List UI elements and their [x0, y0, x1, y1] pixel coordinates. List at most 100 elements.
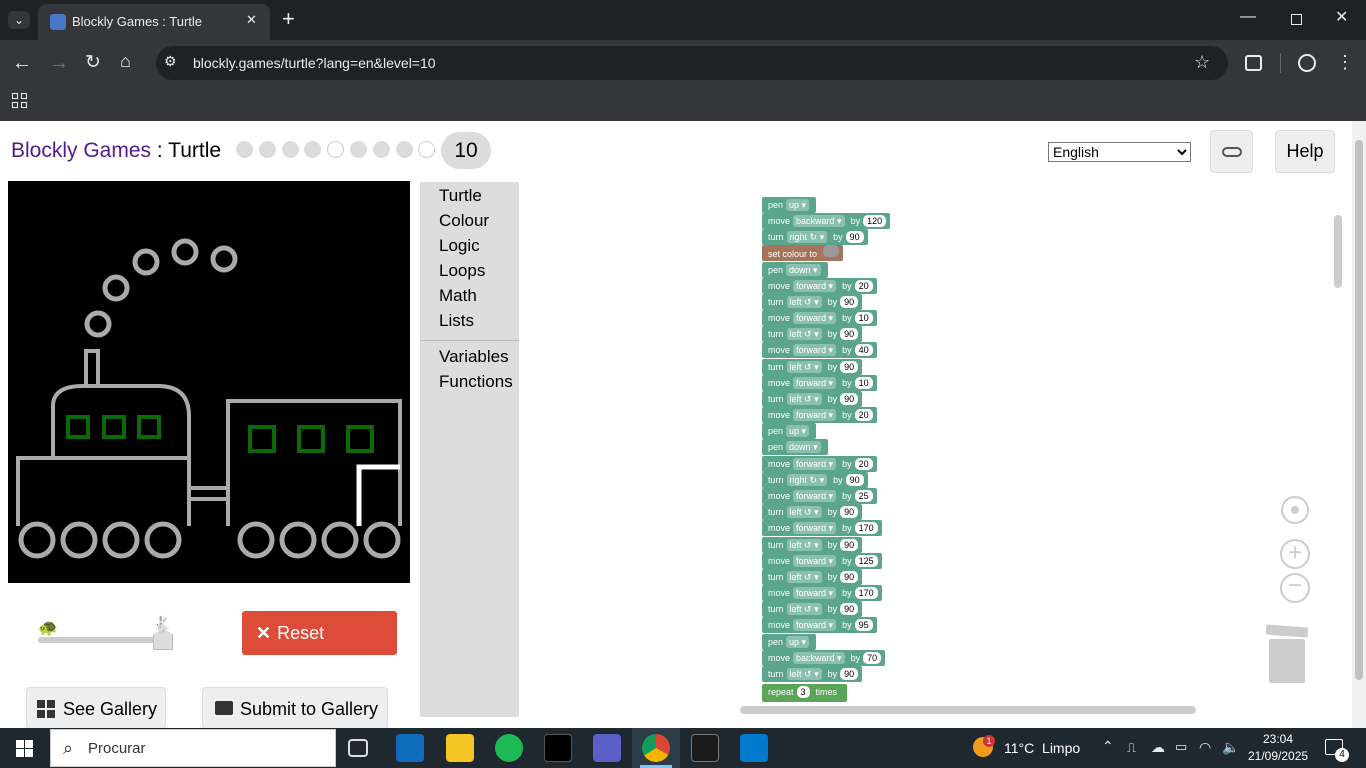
back-icon[interactable]: ← [12, 53, 32, 73]
toolbox-category[interactable]: Functions [439, 372, 513, 394]
tab-search-icon[interactable]: ⌄ [8, 11, 30, 29]
turn-dropdown[interactable]: right ↻ ▾ [786, 474, 828, 486]
move-dropdown[interactable]: forward ▾ [793, 312, 837, 324]
apps-grid-icon[interactable] [12, 93, 27, 108]
number-input[interactable]: 90 [840, 361, 859, 373]
number-input[interactable]: 10 [854, 377, 873, 389]
repeat-block[interactable]: repeat 3 times [762, 684, 848, 702]
turn-block[interactable]: turn left ↺ ▾ by 90 [762, 359, 863, 375]
trash-can-icon[interactable] [1269, 639, 1305, 683]
toolbox-category[interactable]: Turtle [439, 186, 482, 208]
home-icon[interactable]: ⌂ [120, 52, 131, 70]
restore-window-icon[interactable] [1291, 14, 1302, 25]
pen-dropdown[interactable]: down ▾ [786, 264, 821, 276]
chevron-up-icon[interactable]: ⌃ [1102, 739, 1114, 753]
number-input[interactable]: 90 [840, 506, 859, 518]
turn-block[interactable]: turn left ↺ ▾ by 90 [762, 391, 863, 407]
move-dropdown[interactable]: forward ▾ [793, 490, 837, 502]
close-tab-icon[interactable]: ✕ [246, 13, 257, 26]
move-dropdown[interactable]: forward ▾ [793, 409, 837, 421]
forward-icon[interactable]: → [49, 53, 69, 73]
zoom-out-icon[interactable]: − [1280, 573, 1310, 603]
turn-block[interactable]: turn left ↺ ▾ by 90 [762, 326, 863, 342]
toolbox-category[interactable]: Variables [439, 347, 509, 369]
taskbar-search[interactable]: ⌕ Procurar [50, 729, 336, 767]
turn-dropdown[interactable]: right ↻ ▾ [786, 231, 828, 243]
brand-link[interactable]: Blockly Games [11, 139, 151, 162]
close-window-icon[interactable]: ✕ [1335, 10, 1348, 26]
new-tab-button[interactable]: + [282, 8, 295, 30]
app-icon[interactable] [691, 734, 719, 762]
number-input[interactable]: 95 [854, 619, 873, 631]
number-input[interactable]: 20 [854, 409, 873, 421]
pen-dropdown[interactable]: down ▾ [786, 441, 821, 453]
toolbox-category[interactable]: Loops [439, 261, 485, 283]
turn-block[interactable]: turn right ↻ ▾ by 90 [762, 229, 868, 245]
outlook-icon[interactable] [396, 734, 424, 762]
move-dropdown[interactable]: backward ▾ [793, 215, 845, 227]
turn-dropdown[interactable]: left ↺ ▾ [786, 393, 822, 405]
number-input[interactable]: 90 [840, 571, 859, 583]
move-block[interactable]: move forward ▾ by 40 [762, 342, 877, 358]
url-text[interactable]: blockly.games/turtle?lang=en&level=10 [193, 55, 436, 71]
see-gallery-button[interactable]: See Gallery [26, 687, 166, 729]
menu-kebab-icon[interactable]: ⋮ [1336, 53, 1354, 71]
turn-block[interactable]: turn right ↻ ▾ by 90 [762, 472, 868, 488]
number-input[interactable]: 90 [840, 328, 859, 340]
pen-block[interactable]: pen down ▾ [762, 439, 828, 455]
turn-block[interactable]: turn left ↺ ▾ by 90 [762, 537, 863, 553]
move-block[interactable]: move forward ▾ by 25 [762, 488, 877, 504]
move-block[interactable]: move forward ▾ by 125 [762, 553, 882, 569]
number-input[interactable]: 3 [796, 686, 810, 698]
turn-dropdown[interactable]: left ↺ ▾ [786, 539, 822, 551]
move-block[interactable]: move backward ▾ by 70 [762, 650, 886, 666]
profile-icon[interactable] [1298, 54, 1316, 72]
move-dropdown[interactable]: forward ▾ [793, 280, 837, 292]
turn-dropdown[interactable]: left ↺ ▾ [786, 296, 822, 308]
reset-button[interactable]: ✕ Reset [242, 611, 397, 655]
pen-dropdown[interactable]: up ▾ [786, 425, 810, 437]
move-block[interactable]: move forward ▾ by 20 [762, 407, 877, 423]
number-input[interactable]: 70 [863, 652, 882, 664]
move-dropdown[interactable]: forward ▾ [793, 555, 837, 567]
number-input[interactable]: 90 [840, 393, 859, 405]
number-input[interactable]: 90 [845, 474, 864, 486]
language-select[interactable]: English [1048, 142, 1191, 162]
extensions-icon[interactable] [1245, 55, 1262, 71]
battery-icon[interactable]: ▭ [1175, 740, 1187, 753]
wifi-icon[interactable]: ◠ [1199, 740, 1211, 754]
move-block[interactable]: move forward ▾ by 170 [762, 585, 882, 601]
pen-block[interactable]: pen up ▾ [762, 423, 817, 439]
number-input[interactable]: 120 [863, 215, 887, 227]
level-dot[interactable] [395, 141, 413, 158]
turn-dropdown[interactable]: left ↺ ▾ [786, 571, 822, 583]
page-scrollbar-thumb[interactable] [1355, 140, 1363, 680]
teams-icon[interactable] [593, 734, 621, 762]
blockly-workspace[interactable]: pen up ▾ move backward ▾ by 120 turn right ↻ ▾ b… [519, 182, 1346, 717]
link-button[interactable] [1210, 130, 1253, 173]
recenter-icon[interactable] [1281, 496, 1309, 524]
zoom-in-icon[interactable]: + [1280, 539, 1310, 569]
turn-block[interactable]: turn left ↺ ▾ by 90 [762, 569, 863, 585]
task-view-icon[interactable] [348, 739, 368, 757]
address-bar[interactable]: ⚙ blockly.games/turtle?lang=en&level=10 … [156, 46, 1228, 80]
weather-text[interactable]: 11°C Limpo [1004, 740, 1080, 756]
move-dropdown[interactable]: backward ▾ [793, 652, 845, 664]
pen-block[interactable]: pen up ▾ [762, 634, 817, 650]
browser-tab[interactable]: Blockly Games : Turtle ✕ [38, 4, 270, 40]
turn-dropdown[interactable]: left ↺ ▾ [786, 361, 822, 373]
toolbox-category[interactable]: Colour [439, 211, 489, 233]
level-dot[interactable] [281, 141, 299, 158]
submit-gallery-button[interactable]: Submit to Gallery [202, 687, 388, 729]
toolbox-category[interactable]: Logic [439, 236, 480, 258]
move-block[interactable]: move forward ▾ by 170 [762, 520, 882, 536]
bookmark-star-icon[interactable]: ☆ [1194, 53, 1210, 71]
site-info-icon[interactable]: ⚙ [164, 54, 177, 68]
windows-start-icon[interactable] [16, 740, 33, 757]
minimize-window-icon[interactable]: — [1240, 9, 1256, 25]
toolbox-category[interactable]: Math [439, 286, 477, 308]
network-icon[interactable]: ⎍ [1127, 741, 1136, 754]
move-block[interactable]: move forward ▾ by 20 [762, 278, 877, 294]
number-input[interactable]: 90 [840, 668, 859, 680]
pen-dropdown[interactable]: up ▾ [786, 199, 810, 211]
